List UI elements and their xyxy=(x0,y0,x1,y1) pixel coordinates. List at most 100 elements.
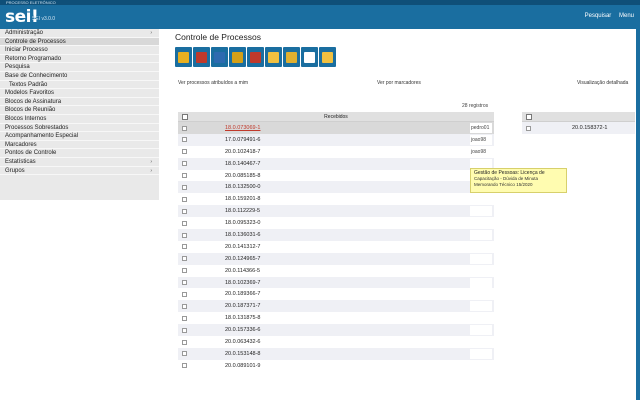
assigned-user[interactable] xyxy=(470,313,492,324)
process-number-link[interactable]: 18.0.102369-7 xyxy=(225,280,260,286)
process-number-link[interactable]: 18.0.159201-8 xyxy=(225,196,260,202)
row-checkbox[interactable] xyxy=(182,161,187,167)
assigned-user[interactable] xyxy=(470,265,492,276)
chevron-right-icon: › xyxy=(150,167,152,174)
table-row: 18.0.112229-5 xyxy=(178,205,494,218)
select-all-checkbox[interactable] xyxy=(526,114,532,120)
toolbar-button[interactable] xyxy=(175,47,192,67)
assigned-user[interactable] xyxy=(470,360,492,371)
row-checkbox[interactable] xyxy=(182,244,187,250)
process-number-link[interactable]: 20.0.158372-1 xyxy=(572,125,607,131)
sidebar-item[interactable]: Administração › xyxy=(0,29,159,38)
toolbar-button[interactable] xyxy=(283,47,300,67)
toolbar-button[interactable] xyxy=(229,47,246,67)
process-number-link[interactable]: 18.0.131875-8 xyxy=(225,315,260,321)
assigned-user[interactable] xyxy=(470,253,492,264)
toolbar-button[interactable] xyxy=(301,47,318,67)
row-checkbox[interactable] xyxy=(182,363,187,369)
assigned-user[interactable] xyxy=(470,325,492,336)
process-number-link[interactable]: 18.0.136031-6 xyxy=(225,232,260,238)
sidebar-item[interactable]: Retorno Programado xyxy=(0,55,159,64)
sidebar-item[interactable]: Modelos Favoritos xyxy=(0,89,159,98)
detailed-view-link[interactable]: Visualização detalhada xyxy=(577,80,628,86)
row-checkbox[interactable] xyxy=(182,351,187,357)
assigned-user[interactable] xyxy=(470,337,492,348)
process-number-link[interactable]: 18.0.073069-1 xyxy=(225,125,260,131)
row-checkbox[interactable] xyxy=(182,256,187,262)
assigned-user[interactable] xyxy=(470,348,492,359)
menu-link[interactable]: Menu xyxy=(619,13,634,19)
process-number-link[interactable]: 20.0.102418-7 xyxy=(225,149,260,155)
sidebar-item[interactable]: Blocos de Reunião xyxy=(0,106,159,115)
assigned-user[interactable] xyxy=(470,301,492,312)
process-number-link[interactable]: 18.0.140467-7 xyxy=(225,161,260,167)
sidebar-item[interactable]: Processos Sobrestados xyxy=(0,124,159,133)
process-number-link[interactable]: 20.0.189366-7 xyxy=(225,291,260,297)
toolbar-button[interactable] xyxy=(319,47,336,67)
sidebar-item[interactable]: Marcadores xyxy=(0,141,159,150)
row-checkbox[interactable] xyxy=(182,291,187,297)
table-row: 18.0.131875-8 xyxy=(178,312,494,325)
row-checkbox[interactable] xyxy=(182,232,187,238)
search-link[interactable]: Pesquisar xyxy=(585,13,612,19)
process-number-link[interactable]: 20.0.141312-7 xyxy=(225,244,260,250)
toolbar-button[interactable] xyxy=(247,47,264,67)
row-checkbox[interactable] xyxy=(182,268,187,274)
sidebar-item[interactable]: Base de Conhecimento xyxy=(0,72,159,81)
sidebar-item[interactable]: Grupos › xyxy=(0,167,159,176)
process-number-link[interactable]: 20.0.085185-8 xyxy=(225,173,260,179)
sidebar-item[interactable]: Controle de Processos xyxy=(0,37,159,47)
process-number-link[interactable]: 20.0.157336-6 xyxy=(225,327,260,333)
assigned-user[interactable]: joao98 xyxy=(470,146,492,157)
sidebar-item[interactable]: Iniciar Processo xyxy=(0,46,159,55)
row-checkbox[interactable] xyxy=(182,149,187,155)
toolbar-button[interactable] xyxy=(211,47,228,67)
row-checkbox[interactable] xyxy=(182,220,187,226)
assigned-user[interactable] xyxy=(470,218,492,229)
process-number-link[interactable]: 17.0.079491-6 xyxy=(225,137,260,143)
assigned-user[interactable] xyxy=(470,206,492,217)
process-number-link[interactable]: 18.0.132500-0 xyxy=(225,184,260,190)
sidebar-item[interactable]: Blocos Internos xyxy=(0,115,159,124)
row-checkbox[interactable] xyxy=(182,315,187,321)
assigned-to-me-link[interactable]: Ver processos atribuídos a mim xyxy=(178,80,248,86)
main-content: Controle de Processos Ver processos atri… xyxy=(175,29,635,400)
row-checkbox[interactable] xyxy=(182,339,187,345)
sidebar-item[interactable]: Textos Padrão xyxy=(0,81,159,90)
assigned-user[interactable] xyxy=(470,289,492,300)
process-number-link[interactable]: 20.0.063432-6 xyxy=(225,339,260,345)
sidebar-item[interactable]: Acompanhamento Especial xyxy=(0,132,159,141)
sidebar-item[interactable]: Estatísticas › xyxy=(0,158,159,167)
row-checkbox[interactable] xyxy=(182,327,187,333)
process-number-link[interactable]: 18.0.112229-5 xyxy=(225,208,260,214)
row-checkbox[interactable] xyxy=(182,173,187,179)
assigned-user[interactable]: joao98 xyxy=(470,134,492,145)
sidebar-item[interactable]: Pontos de Controle xyxy=(0,149,159,158)
process-number-link[interactable]: 20.0.153148-8 xyxy=(225,351,260,357)
sidebar-item[interactable]: Blocos de Assinatura xyxy=(0,98,159,107)
assigned-user[interactable] xyxy=(470,230,492,241)
assigned-user[interactable] xyxy=(470,241,492,252)
toolbar-button[interactable] xyxy=(193,47,210,67)
row-checkbox[interactable] xyxy=(182,208,187,214)
process-number-link[interactable]: 18.0.095323-0 xyxy=(225,220,260,226)
row-checkbox[interactable] xyxy=(182,184,187,190)
assigned-user[interactable]: pedro01 xyxy=(470,123,492,133)
process-number-link[interactable]: 20.0.114366-5 xyxy=(225,268,260,274)
sidebar-item-label: Pesquisa xyxy=(5,64,30,71)
row-checkbox[interactable] xyxy=(526,125,531,131)
row-checkbox[interactable] xyxy=(182,303,187,309)
toolbar-button[interactable] xyxy=(265,47,282,67)
row-checkbox[interactable] xyxy=(182,280,187,286)
sidebar-item-label: Modelos Favoritos xyxy=(5,90,55,97)
process-number-link[interactable]: 20.0.089101-9 xyxy=(225,363,260,369)
view-by-markers-link[interactable]: Ver por marcadores xyxy=(377,80,421,86)
row-checkbox[interactable] xyxy=(182,137,187,143)
assigned-user[interactable] xyxy=(470,194,492,205)
assigned-user[interactable] xyxy=(470,277,492,288)
row-checkbox[interactable] xyxy=(182,196,187,202)
process-number-link[interactable]: 20.0.187371-7 xyxy=(225,303,260,309)
sidebar-item[interactable]: Pesquisa xyxy=(0,63,159,72)
process-number-link[interactable]: 20.0.124965-7 xyxy=(225,256,260,262)
row-checkbox[interactable] xyxy=(182,125,187,131)
